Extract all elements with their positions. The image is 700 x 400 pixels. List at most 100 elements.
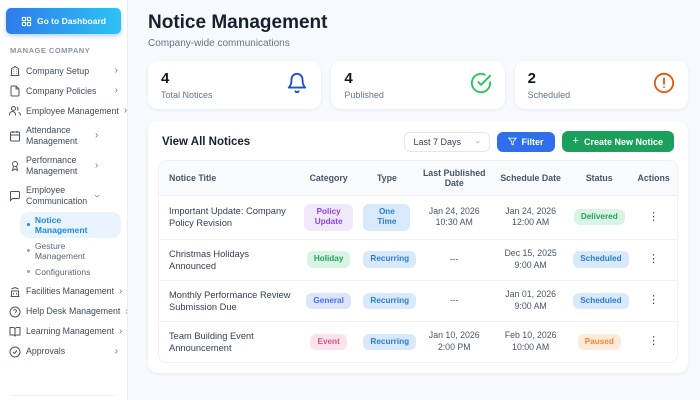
book-icon bbox=[9, 326, 21, 338]
sidebar-item-company-policies[interactable]: Company Policies › bbox=[6, 81, 121, 101]
notice-title: Team Building Event Announcement bbox=[159, 322, 299, 362]
stat-label: Total Notices bbox=[161, 90, 213, 100]
column-header-category: Category bbox=[299, 166, 359, 190]
schedule-date: Dec 15, 2025 9:00 AM bbox=[493, 240, 568, 279]
notice-title: Christmas Holidays Announced bbox=[159, 240, 299, 280]
last-published-date: --- bbox=[415, 246, 493, 273]
category-badge: General bbox=[306, 293, 351, 309]
status-badge: Scheduled bbox=[573, 251, 628, 267]
stat-label: Published bbox=[344, 90, 384, 100]
column-header-type: Type bbox=[358, 166, 415, 190]
panel-header: View All Notices Last 7 Days › Filter + bbox=[158, 129, 678, 160]
sidebar-subitem-notice-management[interactable]: Notice Management bbox=[20, 212, 121, 238]
chevron-right-icon: › bbox=[124, 106, 127, 116]
stat-card-published: 4 Published bbox=[331, 61, 504, 109]
view-all-notices-panel: View All Notices Last 7 Days › Filter + bbox=[148, 121, 688, 373]
sidebar-subitem-label: Gesture Management bbox=[35, 241, 114, 261]
app-window: Go to Dashboard MANAGE COMPANY Company S… bbox=[0, 0, 700, 400]
schedule-date: Feb 10, 2026 10:00 AM bbox=[493, 322, 568, 361]
filter-button-label: Filter bbox=[522, 137, 544, 147]
plus-icon: + bbox=[573, 136, 579, 147]
chevron-down-icon: › bbox=[92, 194, 102, 197]
sidebar-subitem-gesture-management[interactable]: Gesture Management bbox=[20, 238, 121, 264]
filter-button[interactable]: Filter bbox=[497, 132, 555, 152]
last-published-date: Jan 24, 2026 10:30 AM bbox=[415, 198, 493, 237]
page-subtitle: Company-wide communications bbox=[148, 38, 688, 49]
panel-controls: Last 7 Days › Filter + Create New Notice bbox=[404, 131, 674, 152]
go-to-dashboard-label: Go to Dashboard bbox=[37, 16, 106, 26]
alert-circle-icon bbox=[653, 72, 675, 99]
bell-icon bbox=[286, 72, 308, 99]
sidebar-item-label: Employee Communication bbox=[26, 185, 90, 207]
check-circle-icon bbox=[9, 346, 21, 358]
row-actions-menu-button[interactable]: ⋮ bbox=[644, 293, 663, 308]
people-icon bbox=[9, 105, 21, 117]
sidebar-item-label: Attendance Management bbox=[26, 125, 90, 147]
sidebar-item-label: Company Policies bbox=[26, 86, 110, 97]
category-badge: Event bbox=[310, 334, 346, 350]
chevron-right-icon: › bbox=[119, 287, 122, 297]
employee-communication-submenu: Notice Management Gesture Management Con… bbox=[20, 212, 121, 280]
stat-card-total-notices: 4 Total Notices bbox=[148, 61, 321, 109]
bullet-dot-icon bbox=[27, 249, 30, 252]
type-badge: Recurring bbox=[363, 251, 416, 267]
bullet-dot-icon bbox=[27, 223, 30, 226]
row-actions-menu-button[interactable]: ⋮ bbox=[644, 334, 663, 349]
sidebar-item-employee-communication[interactable]: Employee Communication › bbox=[6, 181, 121, 211]
table-row: Monthly Performance Review Submission Du… bbox=[159, 280, 677, 321]
row-actions-menu-button[interactable]: ⋮ bbox=[644, 210, 663, 225]
sidebar-item-approvals[interactable]: Approvals › bbox=[6, 342, 121, 362]
panel-title: View All Notices bbox=[162, 136, 250, 148]
sidebar-item-performance-management[interactable]: Performance Management › bbox=[6, 151, 121, 181]
sidebar: Go to Dashboard MANAGE COMPANY Company S… bbox=[0, 0, 128, 400]
sidebar-nav: Company Setup › Company Policies › Emplo… bbox=[6, 61, 121, 391]
table-row: Christmas Holidays Announced Holiday Rec… bbox=[159, 239, 677, 280]
table-row: Team Building Event Announcement Event R… bbox=[159, 321, 677, 362]
notices-table: Notice Title Category Type Last Publishe… bbox=[158, 160, 678, 363]
column-header-actions: Actions bbox=[630, 166, 677, 190]
category-badge: Holiday bbox=[307, 251, 351, 267]
calendar-icon bbox=[9, 130, 21, 142]
create-new-notice-button[interactable]: + Create New Notice bbox=[562, 131, 674, 152]
column-header-notice-title: Notice Title bbox=[159, 166, 299, 190]
document-icon bbox=[9, 85, 21, 97]
row-actions-menu-button[interactable]: ⋮ bbox=[644, 252, 663, 267]
page-title: Notice Management bbox=[148, 12, 688, 34]
chevron-right-icon: › bbox=[115, 347, 118, 357]
type-badge: One Time bbox=[363, 204, 410, 231]
notice-title: Important Update: Company Policy Revisio… bbox=[159, 197, 299, 237]
sidebar-item-employee-management[interactable]: Employee Management › bbox=[6, 101, 121, 121]
sidebar-item-help-desk-management[interactable]: Help Desk Management › bbox=[6, 302, 121, 322]
check-circle-icon bbox=[470, 72, 492, 99]
sidebar-item-attendance-management[interactable]: Attendance Management › bbox=[6, 121, 121, 151]
award-icon bbox=[9, 160, 21, 172]
main-content: Notice Management Company-wide communica… bbox=[128, 0, 700, 400]
status-badge: Scheduled bbox=[573, 293, 628, 309]
sidebar-item-label: Approvals bbox=[26, 346, 110, 357]
sidebar-item-facilities-management[interactable]: Facilities Management › bbox=[6, 282, 121, 302]
chevron-right-icon: › bbox=[115, 86, 118, 96]
sidebar-item-label: Facilities Management bbox=[26, 286, 114, 297]
table-row: Important Update: Company Policy Revisio… bbox=[159, 195, 677, 239]
chevron-right-icon: › bbox=[115, 66, 118, 76]
sidebar-item-label: Learning Management bbox=[26, 326, 114, 337]
sidebar-item-label: Help Desk Management bbox=[26, 306, 120, 317]
status-badge: Delivered bbox=[574, 209, 625, 225]
sidebar-item-learning-management[interactable]: Learning Management › bbox=[6, 322, 121, 342]
chevron-down-icon: › bbox=[473, 140, 483, 143]
stat-value: 2 bbox=[528, 70, 571, 87]
column-header-status: Status bbox=[568, 166, 630, 190]
table-header-row: Notice Title Category Type Last Publishe… bbox=[159, 161, 677, 195]
notice-title: Monthly Performance Review Submission Du… bbox=[159, 281, 299, 321]
sidebar-item-company-setup[interactable]: Company Setup › bbox=[6, 61, 121, 81]
column-header-schedule-date: Schedule Date bbox=[493, 166, 568, 190]
bullet-dot-icon bbox=[27, 270, 30, 273]
stat-value: 4 bbox=[161, 70, 213, 87]
sidebar-item-label: Company Setup bbox=[26, 66, 110, 77]
sidebar-subitem-configurations[interactable]: Configurations bbox=[20, 264, 121, 280]
sidebar-section-label: MANAGE COMPANY bbox=[10, 46, 117, 55]
last-published-date: Jan 10, 2026 2:00 PM bbox=[415, 322, 493, 361]
go-to-dashboard-button[interactable]: Go to Dashboard bbox=[6, 8, 121, 34]
sidebar-subitem-label: Notice Management bbox=[35, 215, 114, 235]
date-range-select[interactable]: Last 7 Days › bbox=[404, 132, 490, 152]
